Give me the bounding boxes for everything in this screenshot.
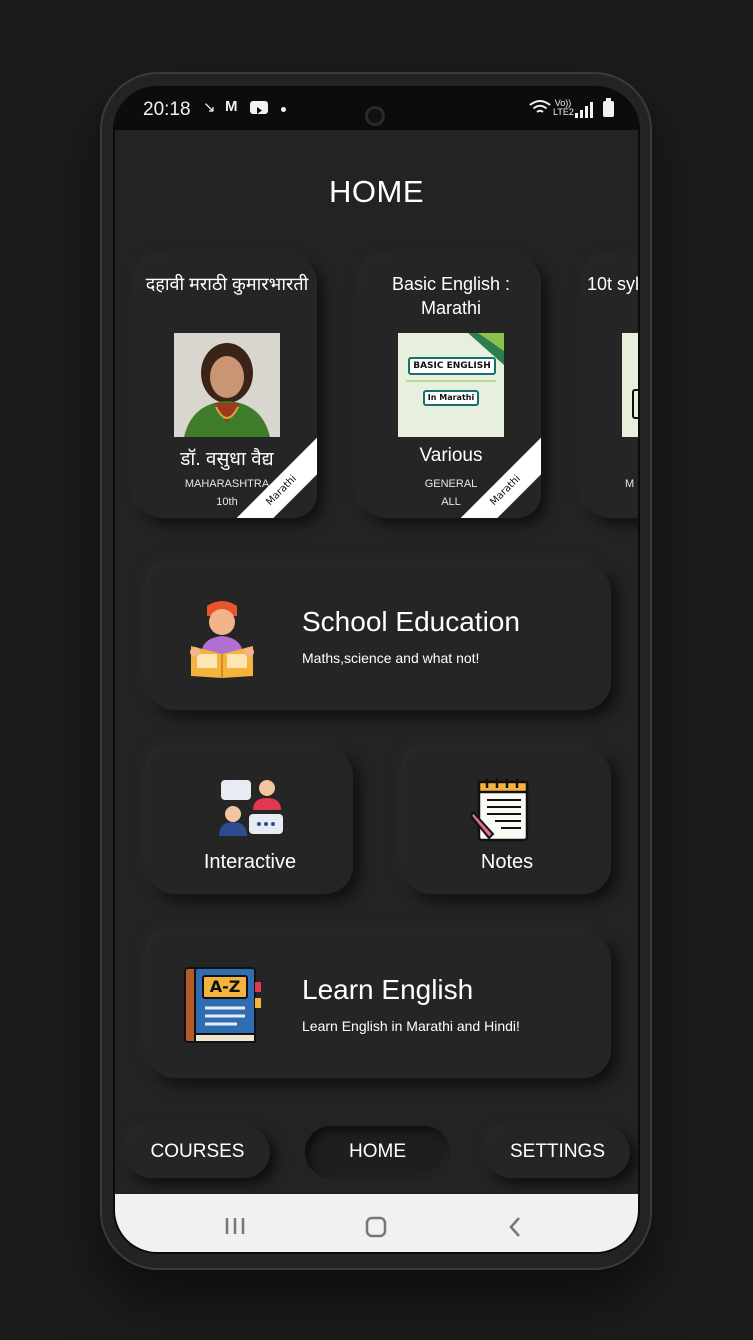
screen: 20:18 ↘ M Vo)) LTE2 HOME दहावी मराठी कुम… <box>113 86 640 1254</box>
thumb-title: BASIC ENGLISH <box>408 357 496 375</box>
courses-button[interactable]: COURSES <box>125 1126 270 1178</box>
thumb-subtitle: In Marathi <box>423 390 479 406</box>
course-card[interactable]: Basic English : Marathi BASIC ENGLISH In… <box>361 258 541 518</box>
home-icon[interactable] <box>365 1216 387 1242</box>
youtube-icon <box>250 101 268 114</box>
course-card[interactable]: दहावी मराठी कुमारभारती डॉ. वसुधा वैद्य M… <box>137 258 317 518</box>
status-bar: 20:18 ↘ M Vo)) LTE2 <box>115 88 638 130</box>
course-board: M <box>625 478 635 490</box>
tile-title: Notes <box>480 851 534 873</box>
school-education-tile[interactable]: School Education Maths,science and what … <box>147 564 611 710</box>
course-thumbnail: BASIC ENGLISH In Marathi <box>398 333 504 437</box>
interactive-tile[interactable]: Interactive <box>147 748 353 894</box>
notepad-icon <box>469 776 531 846</box>
volte-indicator: Vo)) LTE2 <box>553 98 574 117</box>
system-nav-bar <box>115 1194 638 1252</box>
back-icon[interactable] <box>508 1216 522 1242</box>
course-title: 10t syl <box>587 274 640 294</box>
recents-icon[interactable] <box>224 1216 246 1240</box>
course-author: Various <box>419 445 483 466</box>
course-title: दहावी मराठी कुमारभारती <box>145 274 309 294</box>
signal-icon <box>575 102 595 118</box>
tile-title: Learn English <box>302 974 474 1005</box>
course-title: Basic English : Marathi <box>391 274 511 318</box>
course-card[interactable]: 10t syl M <box>585 258 640 518</box>
status-time: 20:18 <box>143 99 191 120</box>
home-button[interactable]: HOME <box>305 1126 450 1178</box>
notes-tile[interactable]: Notes <box>403 748 611 894</box>
missed-call-icon: ↘ <box>203 99 216 116</box>
tile-subtitle: Learn English in Marathi and Hindi! <box>302 1018 520 1034</box>
icon-label: A-Z <box>209 977 241 996</box>
tile-title: Interactive <box>203 851 297 873</box>
battery-icon <box>603 98 614 117</box>
tile-title: School Education <box>302 606 520 637</box>
tile-subtitle: Maths,science and what not! <box>302 650 480 666</box>
settings-button[interactable]: SETTINGS <box>485 1126 630 1178</box>
reading-student-icon <box>187 598 257 682</box>
conversation-icon <box>217 776 285 842</box>
dictionary-book-icon: A-Z <box>181 964 265 1050</box>
wifi-icon <box>529 99 551 120</box>
gmail-icon: M <box>225 98 238 115</box>
page-title: HOME <box>329 174 424 209</box>
front-camera <box>365 106 385 126</box>
learn-english-tile[interactable]: A-Z Learn English Learn English in Marat… <box>147 932 611 1078</box>
course-thumbnail <box>622 333 638 437</box>
author-photo <box>174 333 280 437</box>
notification-dot-icon <box>281 107 286 112</box>
